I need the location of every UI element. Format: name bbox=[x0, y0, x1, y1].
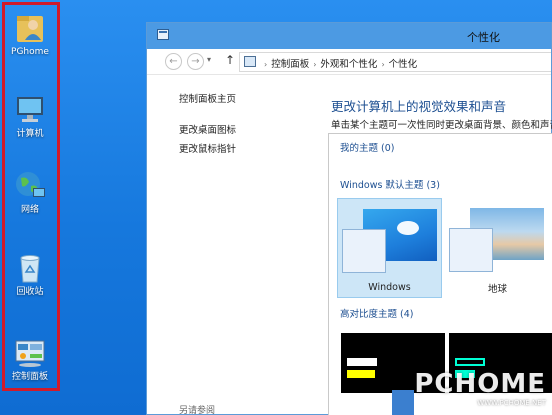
window-title: 个性化 bbox=[467, 31, 500, 44]
color-palette-icon bbox=[342, 229, 386, 273]
recent-locations-chevron-icon[interactable]: ▾ bbox=[207, 55, 211, 64]
desktop-icon-label: 网络 bbox=[20, 205, 39, 215]
breadcrumb-separator: › bbox=[381, 60, 385, 69]
desktop: PGhome 计算机 网络 回收站 控制面板 个性化 ← → ▾ ↑ › 控制面… bbox=[0, 0, 552, 415]
breadcrumb-separator: › bbox=[264, 60, 268, 69]
desktop-icon-pghome[interactable]: PGhome bbox=[4, 10, 56, 58]
default-themes-count: (3) bbox=[426, 180, 440, 191]
my-themes-heading: 我的主题 (0) bbox=[340, 140, 395, 154]
desktop-icon-label: 计算机 bbox=[16, 129, 44, 139]
color-palette-icon bbox=[449, 228, 493, 272]
breadcrumb-separator: › bbox=[313, 60, 317, 69]
desktop-icon-recycle-bin[interactable]: 回收站 bbox=[4, 250, 56, 298]
default-themes-label: Windows 默认主题 bbox=[340, 180, 424, 191]
my-themes-label: 我的主题 bbox=[340, 143, 379, 154]
personalization-window: 个性化 ← → ▾ ↑ › 控制面板 › 外观和个性化 › 个性化 控制面板主页 更改桌面… bbox=[146, 22, 552, 415]
up-arrow-icon[interactable]: ↑ bbox=[225, 53, 235, 67]
left-sidebar: 控制面板主页 更改桌面图标 更改鼠标指针 bbox=[179, 91, 236, 160]
theme-windows[interactable]: Windows bbox=[337, 198, 442, 298]
network-globe-icon bbox=[13, 168, 47, 202]
page-subtitle: 单击某个主题可一次性同时更改桌面背景、颜色和声音 bbox=[331, 120, 552, 131]
default-themes-heading: Windows 默认主题 (3) bbox=[340, 177, 440, 191]
see-also-heading: 另请参阅 bbox=[179, 406, 216, 415]
watermark-url: WWW.PCHOME.NET bbox=[477, 399, 546, 407]
theme-name: Windows bbox=[368, 282, 411, 293]
my-themes-count: (0) bbox=[381, 143, 395, 154]
back-arrow-icon[interactable]: ← bbox=[165, 53, 182, 70]
user-folder-icon bbox=[13, 10, 47, 44]
computer-icon bbox=[13, 92, 47, 126]
breadcrumb[interactable]: › 控制面板 › 外观和个性化 › 个性化 bbox=[239, 52, 551, 72]
address-bar: ← → ▾ ↑ › 控制面板 › 外观和个性化 › 个性化 bbox=[147, 49, 551, 75]
high-contrast-label: 高对比度主题 bbox=[340, 309, 398, 320]
sidebar-link-change-desktop-icons[interactable]: 更改桌面图标 bbox=[179, 122, 236, 136]
forward-arrow-icon[interactable]: → bbox=[187, 53, 204, 70]
sidebar-link-change-mouse-pointers[interactable]: 更改鼠标指针 bbox=[179, 141, 236, 155]
desktop-icon-label: 控制面板 bbox=[11, 372, 48, 382]
high-contrast-themes-heading: 高对比度主题 (4) bbox=[340, 306, 414, 320]
breadcrumb-appearance[interactable]: 外观和个性化 bbox=[320, 59, 377, 70]
breadcrumb-personalization[interactable]: 个性化 bbox=[389, 59, 418, 70]
theme-name: 地球 bbox=[487, 284, 507, 295]
breadcrumb-control-panel[interactable]: 控制面板 bbox=[271, 59, 309, 70]
page-title: 更改计算机上的视觉效果和声音 bbox=[331, 99, 507, 114]
window-titlebar[interactable]: 个性化 bbox=[147, 23, 551, 49]
control-panel-icon bbox=[13, 335, 47, 369]
desktop-icon-computer[interactable]: 计算机 bbox=[4, 92, 56, 140]
high-contrast-count: (4) bbox=[400, 309, 414, 320]
desktop-icon-label: 回收站 bbox=[16, 287, 44, 297]
desktop-icon-control-panel[interactable]: 控制面板 bbox=[4, 335, 56, 383]
control-panel-breadcrumb-icon bbox=[244, 56, 256, 67]
scroll-handle bbox=[392, 390, 414, 415]
sidebar-link-control-panel-home[interactable]: 控制面板主页 bbox=[179, 91, 236, 105]
desktop-icon-network[interactable]: 网络 bbox=[4, 168, 56, 216]
recycle-bin-icon bbox=[13, 250, 47, 284]
desktop-icon-label: PGhome bbox=[11, 47, 49, 57]
control-panel-app-icon bbox=[157, 29, 169, 40]
watermark-logo: PCHOME WWW.PCHOME.NET bbox=[414, 369, 546, 407]
watermark-text: PCHOME bbox=[414, 369, 546, 399]
theme-earth[interactable]: 地球 bbox=[445, 198, 550, 298]
